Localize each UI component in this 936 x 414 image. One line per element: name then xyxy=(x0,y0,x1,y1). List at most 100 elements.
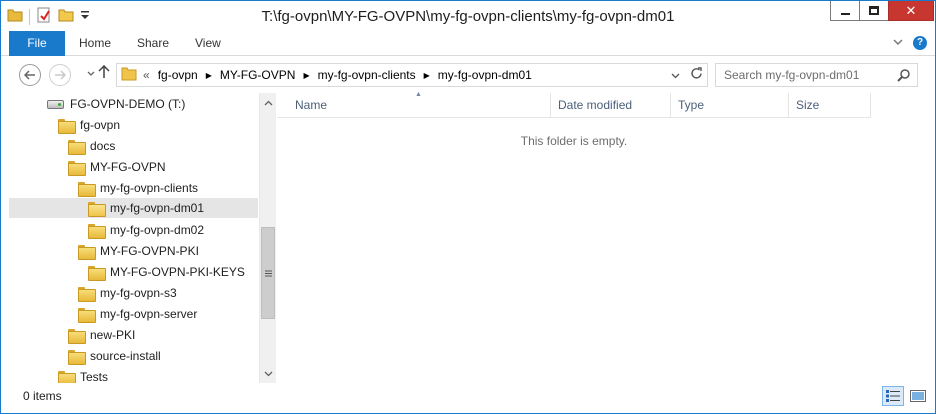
status-bar: 0 items xyxy=(1,383,935,413)
window-title: T:\fg-ovpn\MY-FG-OVPN\my-fg-ovpn-clients… xyxy=(261,8,675,25)
chevron-down-icon xyxy=(671,73,680,79)
tree-item-my-fg-ovpn-clients[interactable]: my-fg-ovpn-clients xyxy=(78,178,198,198)
column-label: Date modified xyxy=(558,98,633,112)
tree-item-my-fg-ovpn-pki-keys[interactable]: MY-FG-OVPN-PKI-KEYS xyxy=(88,262,245,282)
details-view-icon xyxy=(886,390,900,402)
sort-ascending-icon: ▲ xyxy=(415,91,422,98)
column-header-size[interactable]: Size xyxy=(789,93,871,118)
address-bar[interactable]: « fg-ovpn ▶ MY-FG-OVPN ▶ my-fg-ovpn-clie… xyxy=(116,63,708,87)
navigation-pane: FG-OVPN-DEMO (T:) fg-ovpn docs MY-FG-OVP… xyxy=(1,93,259,383)
tree-item-label: new-PKI xyxy=(90,328,136,342)
minimize-button[interactable] xyxy=(830,1,860,21)
search-placeholder: Search my-fg-ovpn-dm01 xyxy=(724,68,860,82)
column-header-date-modified[interactable]: Date modified xyxy=(551,93,671,118)
ribbon-controls: ? xyxy=(893,36,927,50)
breadcrumb-item[interactable]: fg-ovpn xyxy=(158,68,198,82)
minimize-icon xyxy=(840,12,850,15)
up-button[interactable] xyxy=(98,64,110,82)
scrollbar-thumb[interactable] xyxy=(261,227,275,319)
maximize-button[interactable] xyxy=(859,1,889,21)
column-header-name[interactable]: Name ▲ xyxy=(277,91,551,118)
tab-view[interactable]: View xyxy=(195,31,221,56)
breadcrumb-arrow-icon[interactable]: ▶ xyxy=(303,71,309,80)
folder-icon xyxy=(78,286,96,302)
back-arrow-icon xyxy=(24,70,35,80)
large-icons-view-button[interactable] xyxy=(907,386,929,406)
window-controls: ✕ xyxy=(830,1,934,21)
tree-item-label: source-install xyxy=(90,349,161,363)
scroll-down-button[interactable] xyxy=(260,365,277,382)
breadcrumb-item[interactable]: my-fg-ovpn-clients xyxy=(318,68,416,82)
tree-item-label: my-fg-ovpn-clients xyxy=(100,181,199,195)
breadcrumb-overflow[interactable]: « xyxy=(143,68,150,82)
tree-item-source-install[interactable]: source-install xyxy=(68,346,161,366)
navigation-bar: « fg-ovpn ▶ MY-FG-OVPN ▶ my-fg-ovpn-clie… xyxy=(1,57,935,93)
back-button[interactable] xyxy=(19,64,41,86)
tab-home[interactable]: Home xyxy=(79,31,111,56)
view-switcher xyxy=(882,386,929,406)
folder-icon xyxy=(68,349,86,365)
item-count: 0 items xyxy=(23,389,62,403)
search-icon[interactable] xyxy=(897,68,911,85)
chevron-up-icon xyxy=(264,100,273,105)
refresh-button[interactable] xyxy=(690,67,703,83)
folder-icon xyxy=(121,67,137,84)
forward-arrow-icon xyxy=(55,70,66,80)
tree-item-my-fg-ovpn-server[interactable]: my-fg-ovpn-server xyxy=(78,304,197,324)
search-input[interactable]: Search my-fg-ovpn-dm01 xyxy=(715,63,918,87)
tree-item-tests[interactable]: Tests xyxy=(58,367,108,383)
grip-icon xyxy=(264,270,272,276)
folder-icon xyxy=(78,307,96,323)
folder-icon xyxy=(58,370,76,383)
scroll-up-button[interactable] xyxy=(260,94,277,111)
tree-item-label: MY-FG-OVPN xyxy=(90,160,166,174)
tree-item-docs[interactable]: docs xyxy=(68,136,115,156)
column-label: Type xyxy=(678,98,705,112)
tree-item-label: FG-OVPN-DEMO (T:) xyxy=(70,97,186,111)
tree-item-new-pki[interactable]: new-PKI xyxy=(68,325,135,345)
file-list[interactable]: Name ▲ Date modified Type Size This fold… xyxy=(277,91,935,383)
tree-item-label: MY-FG-OVPN-PKI-KEYS xyxy=(110,265,245,279)
folder-icon xyxy=(68,160,86,176)
tree-item-drive[interactable]: FG-OVPN-DEMO (T:) xyxy=(47,94,185,114)
breadcrumb-item[interactable]: MY-FG-OVPN xyxy=(220,68,296,82)
close-button[interactable]: ✕ xyxy=(888,1,934,21)
breadcrumb-arrow-icon[interactable]: ▶ xyxy=(206,71,212,80)
expand-ribbon-icon[interactable] xyxy=(893,37,903,49)
tree-item-fg-ovpn[interactable]: fg-ovpn xyxy=(58,115,120,135)
breadcrumb-arrow-icon[interactable]: ▶ xyxy=(424,71,430,80)
tree-item-my-fg-ovpn-dm01[interactable]: my-fg-ovpn-dm01 xyxy=(9,198,258,218)
folder-icon xyxy=(78,244,96,260)
recent-locations-dropdown[interactable] xyxy=(87,69,95,79)
folder-icon xyxy=(68,328,86,344)
folder-icon xyxy=(78,181,96,197)
column-label: Name xyxy=(295,98,328,112)
up-arrow-icon xyxy=(98,64,110,78)
column-label: Size xyxy=(796,98,820,112)
details-view-button[interactable] xyxy=(882,386,904,406)
help-icon[interactable]: ? xyxy=(913,36,927,50)
large-icons-view-icon xyxy=(910,390,926,402)
refresh-icon xyxy=(691,67,702,79)
breadcrumb-item[interactable]: my-fg-ovpn-dm01 xyxy=(438,68,532,82)
navigation-pane-scrollbar[interactable] xyxy=(259,93,276,383)
tab-share[interactable]: Share xyxy=(137,31,169,56)
empty-folder-message: This folder is empty. xyxy=(520,134,628,148)
explorer-window: T:\fg-ovpn\MY-FG-OVPN\my-fg-ovpn-clients… xyxy=(0,0,936,414)
tree-item-label: my-fg-ovpn-dm02 xyxy=(110,223,205,237)
tree-item-my-fg-ovpn[interactable]: MY-FG-OVPN xyxy=(68,157,166,177)
chevron-down-icon xyxy=(264,371,273,376)
forward-button[interactable] xyxy=(49,64,71,86)
folder-icon xyxy=(88,223,106,239)
tree-item-label: MY-FG-OVPN-PKI xyxy=(100,244,199,258)
address-controls xyxy=(671,67,703,83)
column-header-type[interactable]: Type xyxy=(671,93,789,118)
tree-item-my-fg-ovpn-s3[interactable]: my-fg-ovpn-s3 xyxy=(78,283,177,303)
tree-item-my-fg-ovpn-pki[interactable]: MY-FG-OVPN-PKI xyxy=(78,241,199,261)
tree-item-label: my-fg-ovpn-s3 xyxy=(100,286,177,300)
folder-icon xyxy=(88,265,106,281)
tree-item-my-fg-ovpn-dm02[interactable]: my-fg-ovpn-dm02 xyxy=(88,220,204,240)
address-dropdown[interactable] xyxy=(671,68,680,82)
tab-file[interactable]: File xyxy=(9,31,65,56)
folder-icon xyxy=(68,139,86,155)
